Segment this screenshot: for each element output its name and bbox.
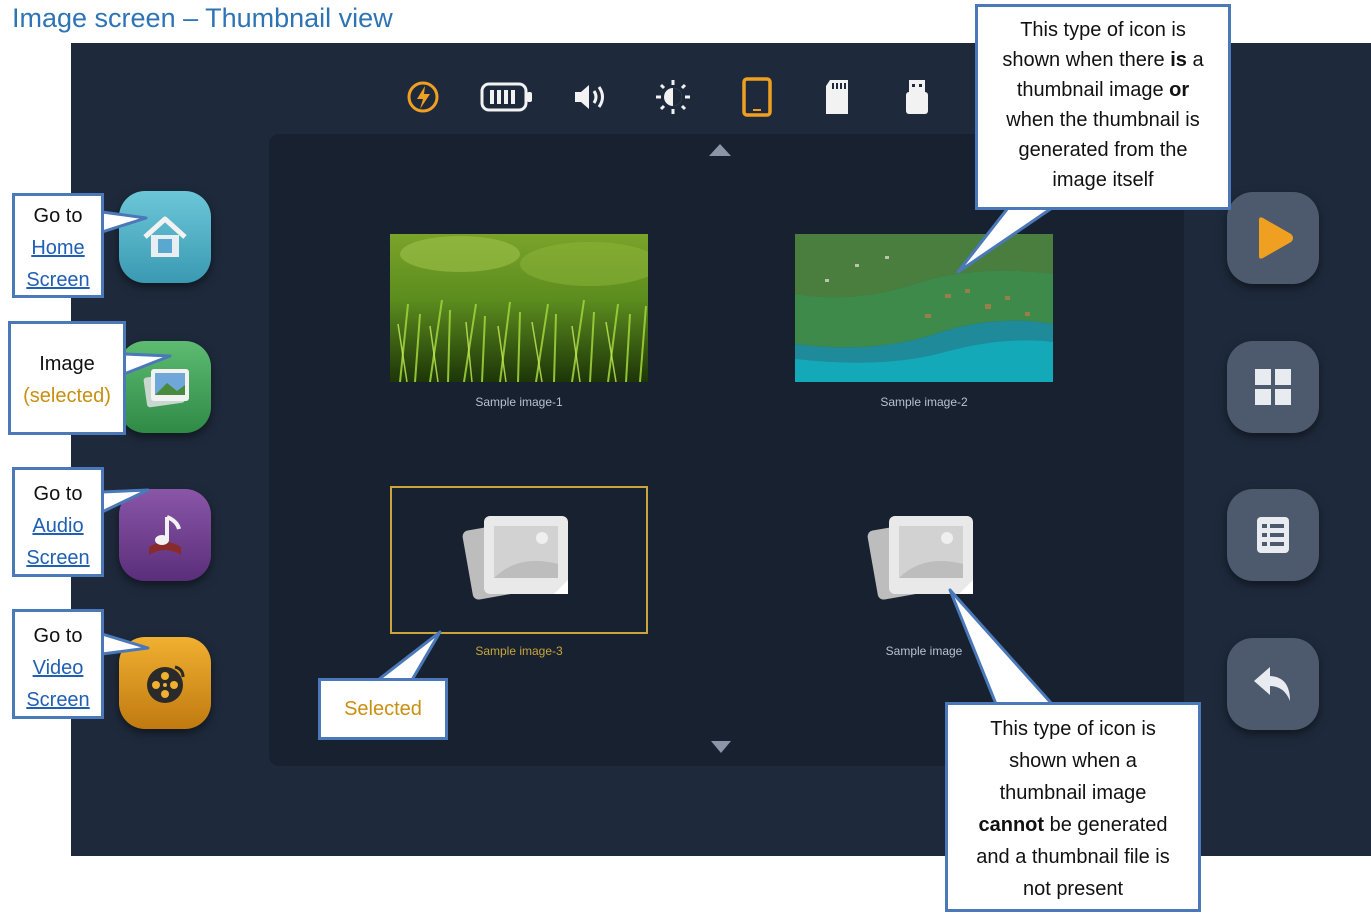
audio-button[interactable] <box>119 489 211 581</box>
callout-text-line: This type of icon is <box>1020 19 1186 41</box>
scroll-down-arrow-icon[interactable] <box>711 741 731 753</box>
film-reel-icon <box>147 665 185 703</box>
tablet-icon[interactable] <box>735 77 779 117</box>
slideshow-button[interactable] <box>1227 192 1319 284</box>
music-icon <box>149 515 181 555</box>
home-icon <box>143 216 187 257</box>
audio-screen-link[interactable]: Audio <box>15 510 101 542</box>
document-title: Image screen – Thumbnail view <box>12 3 393 33</box>
callout-image-text: Image <box>39 353 95 375</box>
list-icon <box>1257 517 1289 553</box>
image-placeholder-icon <box>867 516 973 600</box>
audio-screen-link-2[interactable]: Screen <box>15 542 101 574</box>
brightness-icon <box>651 77 695 117</box>
callout-text-line: shown when there is a <box>1002 49 1204 71</box>
thumbnail-panel: Sample image-1 Sample image-2 Sample ima… <box>269 134 1184 766</box>
battery-icon <box>479 77 535 117</box>
callout-audio: Go to Audio Screen <box>12 467 104 577</box>
video-screen-link[interactable]: Video <box>15 652 101 684</box>
thumbnail-3-selection-frame[interactable] <box>390 486 648 634</box>
home-button[interactable] <box>119 191 211 283</box>
thumbnail-4[interactable] <box>795 486 1053 634</box>
play-icon <box>1259 217 1293 259</box>
thumbnail-1-label: Sample image-1 <box>475 395 563 409</box>
thumbnail-4-label: Sample image <box>885 644 963 658</box>
thumbnail-3-label: Sample image-3 <box>475 644 563 658</box>
callout-text-line: when the thumbnail is <box>1006 109 1200 131</box>
thumbnail-2-label: Sample image-2 <box>880 395 968 409</box>
home-screen-link[interactable]: Home <box>15 232 101 264</box>
thumbnail-2[interactable] <box>795 234 1053 382</box>
sd-card-icon <box>815 77 859 117</box>
callout-selected: Selected <box>318 678 448 740</box>
callout-thumbnail-present: This type of icon is shown when there is… <box>975 4 1231 210</box>
thumbnail-view-button[interactable] <box>1227 341 1319 433</box>
callout-text-line: thumbnail image or <box>1016 79 1190 101</box>
back-button[interactable] <box>1227 638 1319 730</box>
image-placeholder-icon <box>462 516 568 600</box>
back-arrow-icon <box>1254 667 1290 701</box>
image-icon <box>143 369 189 408</box>
grid-icon <box>1255 369 1291 405</box>
callout-home-text: Go to <box>33 205 83 227</box>
charging-icon <box>401 77 445 117</box>
callout-thumbnail-absent: This type of icon is shown when a thumbn… <box>945 702 1201 912</box>
callout-video: Go to Video Screen <box>12 609 104 719</box>
image-button[interactable] <box>119 341 211 433</box>
callout-text-line: thumbnail image <box>999 782 1147 804</box>
volume-icon <box>569 77 613 117</box>
list-view-button[interactable] <box>1227 489 1319 581</box>
callout-home: Go to Home Screen <box>12 193 104 298</box>
callout-audio-text: Go to <box>33 483 83 505</box>
status-bar <box>401 71 1041 121</box>
callout-text-line: generated from the <box>1018 139 1188 161</box>
callout-image: Image (selected) <box>8 321 126 435</box>
callout-image-selected-text: (selected) <box>23 385 111 407</box>
thumbnail-1[interactable] <box>390 234 660 383</box>
scroll-up-arrow-icon[interactable] <box>709 144 731 156</box>
callout-text-line: cannot be generated <box>978 814 1168 836</box>
video-button[interactable] <box>119 637 211 729</box>
callout-selected-text: Selected <box>344 698 422 720</box>
callout-text-line: shown when a <box>1009 750 1137 772</box>
callout-text-line: This type of icon is <box>990 718 1156 740</box>
callout-text-line: not present <box>1022 878 1124 900</box>
callout-text-line: and a thumbnail file is <box>976 846 1170 868</box>
callout-video-text: Go to <box>33 625 83 647</box>
usb-icon <box>895 77 939 117</box>
home-screen-link-2[interactable]: Screen <box>15 264 101 296</box>
video-screen-link-2[interactable]: Screen <box>15 684 101 716</box>
callout-text-line: image itself <box>1052 169 1154 191</box>
